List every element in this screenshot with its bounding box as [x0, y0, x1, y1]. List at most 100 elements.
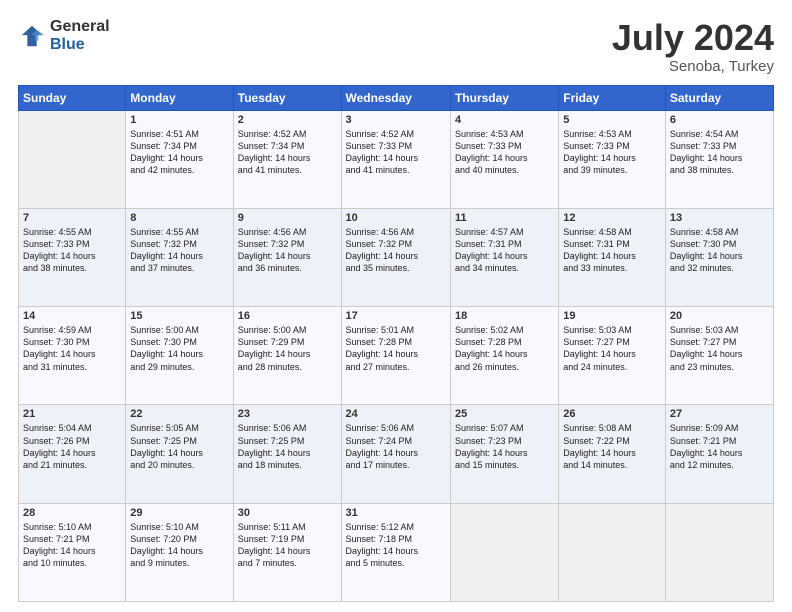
date-number: 30: [238, 507, 337, 519]
cal-cell: 4 Sunrise: 4:53 AM Sunset: 7:33 PM Daylig…: [450, 110, 558, 208]
cal-cell: 11 Sunrise: 4:57 AM Sunset: 7:31 PM Dayli…: [450, 208, 558, 306]
cell-info: Sunrise: 4:52 AM Sunset: 7:34 PM Dayligh…: [238, 128, 337, 177]
cell-info: Sunrise: 4:59 AM Sunset: 7:30 PM Dayligh…: [23, 324, 121, 373]
cal-cell: [19, 110, 126, 208]
week-row-0: 1 Sunrise: 4:51 AM Sunset: 7:34 PM Daylig…: [19, 110, 774, 208]
cal-cell: 27 Sunrise: 5:09 AM Sunset: 7:21 PM Dayli…: [665, 405, 773, 503]
cell-info: Sunrise: 4:54 AM Sunset: 7:33 PM Dayligh…: [670, 128, 769, 177]
cell-info: Sunrise: 5:08 AM Sunset: 7:22 PM Dayligh…: [563, 422, 661, 471]
date-number: 1: [130, 114, 228, 126]
cell-info: Sunrise: 5:00 AM Sunset: 7:29 PM Dayligh…: [238, 324, 337, 373]
logo-blue: Blue: [50, 36, 110, 54]
logo-icon: [18, 22, 46, 50]
date-number: 10: [346, 212, 446, 224]
cal-cell: 10 Sunrise: 4:56 AM Sunset: 7:32 PM Dayli…: [341, 208, 450, 306]
cal-cell: [450, 503, 558, 601]
cal-cell: 19Sunrise: 5:03 AM Sunset: 7:27 PM Dayli…: [559, 307, 666, 405]
cal-cell: 7Sunrise: 4:55 AM Sunset: 7:33 PM Daylig…: [19, 208, 126, 306]
date-number: 14: [23, 310, 121, 322]
calendar-table: SundayMondayTuesdayWednesdayThursdayFrid…: [18, 85, 774, 602]
header: General Blue July 2024 Senoba, Turkey: [18, 18, 774, 75]
cal-cell: [559, 503, 666, 601]
cell-info: Sunrise: 5:12 AM Sunset: 7:18 PM Dayligh…: [346, 521, 446, 570]
cell-info: Sunrise: 5:11 AM Sunset: 7:19 PM Dayligh…: [238, 521, 337, 570]
date-number: 22: [130, 408, 228, 420]
cell-info: Sunrise: 5:06 AM Sunset: 7:24 PM Dayligh…: [346, 422, 446, 471]
weekday-header-row: SundayMondayTuesdayWednesdayThursdayFrid…: [19, 85, 774, 110]
date-number: 27: [670, 408, 769, 420]
logo-general: General: [50, 18, 110, 36]
date-number: 23: [238, 408, 337, 420]
cell-info: Sunrise: 5:05 AM Sunset: 7:25 PM Dayligh…: [130, 422, 228, 471]
date-number: 4: [455, 114, 554, 126]
cal-cell: 24Sunrise: 5:06 AM Sunset: 7:24 PM Dayli…: [341, 405, 450, 503]
cal-cell: 1 Sunrise: 4:51 AM Sunset: 7:34 PM Daylig…: [126, 110, 233, 208]
logo-text: General Blue: [50, 18, 110, 53]
cell-info: Sunrise: 4:58 AM Sunset: 7:30 PM Dayligh…: [670, 226, 769, 275]
date-number: 17: [346, 310, 446, 322]
cell-info: Sunrise: 5:07 AM Sunset: 7:23 PM Dayligh…: [455, 422, 554, 471]
weekday-header-wednesday: Wednesday: [341, 85, 450, 110]
date-number: 20: [670, 310, 769, 322]
cal-cell: 31Sunrise: 5:12 AM Sunset: 7:18 PM Dayli…: [341, 503, 450, 601]
cal-cell: 14 Sunrise: 4:59 AM Sunset: 7:30 PM Dayli…: [19, 307, 126, 405]
date-number: 25: [455, 408, 554, 420]
cal-cell: 2 Sunrise: 4:52 AM Sunset: 7:34 PM Daylig…: [233, 110, 341, 208]
cal-cell: 23Sunrise: 5:06 AM Sunset: 7:25 PM Dayli…: [233, 405, 341, 503]
date-number: 12: [563, 212, 661, 224]
cal-cell: 26Sunrise: 5:08 AM Sunset: 7:22 PM Dayli…: [559, 405, 666, 503]
weekday-header-sunday: Sunday: [19, 85, 126, 110]
cal-cell: 5 Sunrise: 4:53 AM Sunset: 7:33 PM Daylig…: [559, 110, 666, 208]
cell-info: Sunrise: 5:09 AM Sunset: 7:21 PM Dayligh…: [670, 422, 769, 471]
cell-info: Sunrise: 5:01 AM Sunset: 7:28 PM Dayligh…: [346, 324, 446, 373]
cal-cell: 15 Sunrise: 5:00 AM Sunset: 7:30 PM Dayli…: [126, 307, 233, 405]
cal-cell: 17 Sunrise: 5:01 AM Sunset: 7:28 PM Dayli…: [341, 307, 450, 405]
cal-cell: 22 Sunrise: 5:05 AM Sunset: 7:25 PM Dayli…: [126, 405, 233, 503]
week-row-1: 7Sunrise: 4:55 AM Sunset: 7:33 PM Daylig…: [19, 208, 774, 306]
title-block: July 2024 Senoba, Turkey: [612, 18, 774, 75]
cell-info: Sunrise: 5:00 AM Sunset: 7:30 PM Dayligh…: [130, 324, 228, 373]
cell-info: Sunrise: 4:56 AM Sunset: 7:32 PM Dayligh…: [238, 226, 337, 275]
logo: General Blue: [18, 18, 110, 53]
date-number: 3: [346, 114, 446, 126]
cal-cell: 28Sunrise: 5:10 AM Sunset: 7:21 PM Dayli…: [19, 503, 126, 601]
cell-info: Sunrise: 4:57 AM Sunset: 7:31 PM Dayligh…: [455, 226, 554, 275]
cell-info: Sunrise: 4:55 AM Sunset: 7:32 PM Dayligh…: [130, 226, 228, 275]
date-number: 18: [455, 310, 554, 322]
cell-info: Sunrise: 4:53 AM Sunset: 7:33 PM Dayligh…: [563, 128, 661, 177]
weekday-header-tuesday: Tuesday: [233, 85, 341, 110]
date-number: 5: [563, 114, 661, 126]
cal-cell: 30 Sunrise: 5:11 AM Sunset: 7:19 PM Dayli…: [233, 503, 341, 601]
cell-info: Sunrise: 4:55 AM Sunset: 7:33 PM Dayligh…: [23, 226, 121, 275]
cal-cell: 9 Sunrise: 4:56 AM Sunset: 7:32 PM Daylig…: [233, 208, 341, 306]
month-title: July 2024: [612, 18, 774, 58]
cal-cell: 16Sunrise: 5:00 AM Sunset: 7:29 PM Dayli…: [233, 307, 341, 405]
date-number: 9: [238, 212, 337, 224]
cell-info: Sunrise: 5:03 AM Sunset: 7:27 PM Dayligh…: [670, 324, 769, 373]
date-number: 2: [238, 114, 337, 126]
cal-cell: 25 Sunrise: 5:07 AM Sunset: 7:23 PM Dayli…: [450, 405, 558, 503]
week-row-4: 28Sunrise: 5:10 AM Sunset: 7:21 PM Dayli…: [19, 503, 774, 601]
cal-cell: 20 Sunrise: 5:03 AM Sunset: 7:27 PM Dayli…: [665, 307, 773, 405]
cal-cell: 21Sunrise: 5:04 AM Sunset: 7:26 PM Dayli…: [19, 405, 126, 503]
cal-cell: 13Sunrise: 4:58 AM Sunset: 7:30 PM Dayli…: [665, 208, 773, 306]
date-number: 11: [455, 212, 554, 224]
cell-info: Sunrise: 4:51 AM Sunset: 7:34 PM Dayligh…: [130, 128, 228, 177]
date-number: 19: [563, 310, 661, 322]
date-number: 15: [130, 310, 228, 322]
cal-cell: 3 Sunrise: 4:52 AM Sunset: 7:33 PM Daylig…: [341, 110, 450, 208]
weekday-header-friday: Friday: [559, 85, 666, 110]
cell-info: Sunrise: 4:56 AM Sunset: 7:32 PM Dayligh…: [346, 226, 446, 275]
cal-cell: 29Sunrise: 5:10 AM Sunset: 7:20 PM Dayli…: [126, 503, 233, 601]
date-number: 28: [23, 507, 121, 519]
week-row-3: 21Sunrise: 5:04 AM Sunset: 7:26 PM Dayli…: [19, 405, 774, 503]
cal-cell: [665, 503, 773, 601]
cell-info: Sunrise: 4:52 AM Sunset: 7:33 PM Dayligh…: [346, 128, 446, 177]
cell-info: Sunrise: 4:53 AM Sunset: 7:33 PM Dayligh…: [455, 128, 554, 177]
week-row-2: 14 Sunrise: 4:59 AM Sunset: 7:30 PM Dayli…: [19, 307, 774, 405]
date-number: 8: [130, 212, 228, 224]
page: General Blue July 2024 Senoba, Turkey Su…: [0, 0, 792, 612]
cal-cell: 8 Sunrise: 4:55 AM Sunset: 7:32 PM Daylig…: [126, 208, 233, 306]
date-number: 29: [130, 507, 228, 519]
cal-cell: 18Sunrise: 5:02 AM Sunset: 7:28 PM Dayli…: [450, 307, 558, 405]
